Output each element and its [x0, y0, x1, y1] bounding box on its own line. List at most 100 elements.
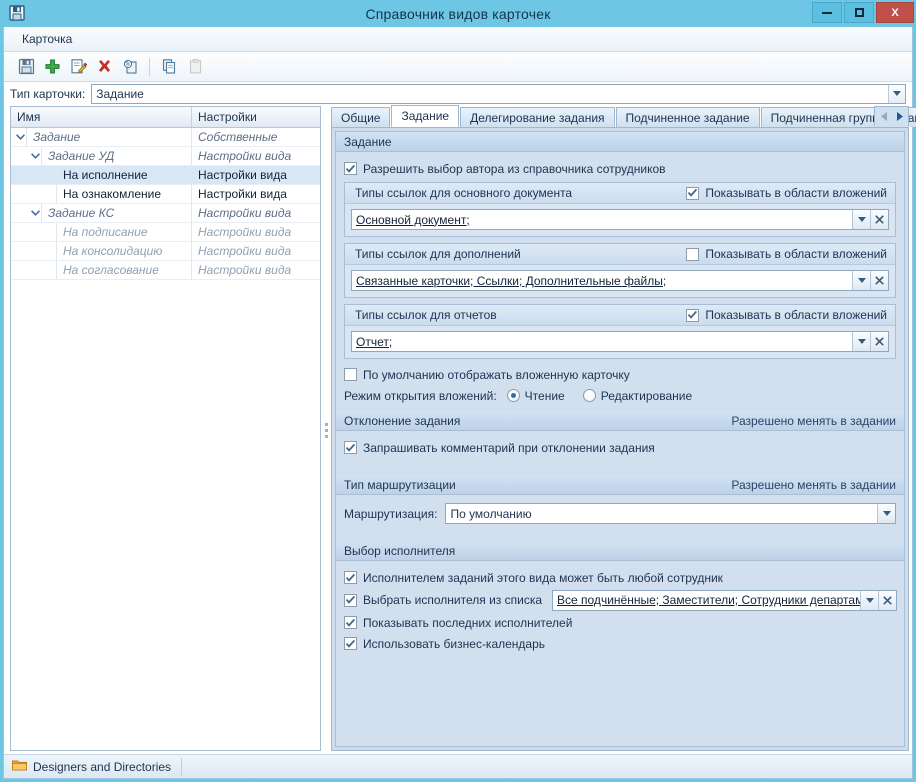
tree-column-settings[interactable]: Настройки — [192, 107, 320, 127]
card-type-combo[interactable]: Задание — [91, 84, 906, 104]
edit-icon[interactable] — [66, 55, 90, 79]
from-list-checkbox[interactable] — [344, 593, 357, 607]
refresh-icon[interactable] — [118, 55, 142, 79]
chevron-down-icon[interactable] — [30, 151, 41, 162]
chevron-down-icon[interactable] — [852, 332, 870, 351]
routing-combo[interactable]: По умолчанию — [445, 503, 896, 524]
default-nested-card-row: По умолчанию отображать вложенную карточ… — [344, 365, 896, 384]
tree-name-box: Задание — [26, 128, 191, 146]
status-bar-item[interactable]: Designers and Directories — [12, 757, 183, 776]
allow-author-checkbox[interactable] — [344, 162, 357, 175]
tab-obshchie[interactable]: Общие — [331, 107, 391, 127]
chevron-down-icon[interactable] — [877, 504, 895, 523]
table-row[interactable]: На исполнение Настройки вида — [11, 166, 320, 185]
save-disk-icon — [8, 4, 26, 22]
section-title-performer: Выбор исполнителя — [344, 543, 456, 558]
tree-row-name: На подписание — [63, 225, 148, 239]
close-icon[interactable] — [870, 332, 888, 351]
tab-page-content: Задание Разрешить выбор автора из справо… — [335, 131, 905, 747]
radio-read-icon[interactable] — [506, 389, 520, 402]
link-group-additions-header: Типы ссылок для дополнений Показывать в … — [345, 244, 895, 265]
tree-name-box: Задание УД — [41, 147, 191, 165]
tree-row-name: Задание КС — [48, 206, 115, 220]
section-header-task: Задание — [336, 132, 904, 152]
window-controls: X — [812, 2, 914, 23]
performer-list-value: Все подчинённые; Заместители; Сотрудники… — [557, 593, 860, 607]
section-body-reject: Запрашивать комментарий при отклонении з… — [336, 431, 904, 475]
tree-row-name: Задание УД — [48, 149, 115, 163]
routing-row: Маршрутизация: По умолчанию — [344, 503, 896, 524]
chevron-left-icon[interactable] — [877, 109, 891, 125]
show-in-attachments-checkbox-reports[interactable] — [686, 308, 700, 322]
radio-edit-icon[interactable] — [582, 389, 596, 402]
table-row[interactable]: Задание КС Настройки вида — [11, 204, 320, 223]
performer-list-value-wrap: Все подчинённые; Заместители; Сотрудники… — [553, 591, 860, 610]
tree-row-name-cell: На консолидацию — [11, 242, 192, 261]
minimize-button[interactable] — [812, 2, 842, 23]
chevron-down-icon[interactable] — [888, 85, 905, 103]
show-last-performers-checkbox[interactable] — [344, 616, 357, 629]
ask-comment-checkbox[interactable] — [344, 441, 357, 454]
close-icon[interactable] — [870, 271, 888, 290]
link-group-main-document-title: Типы ссылок для основного документа — [355, 186, 573, 200]
chevron-down-icon[interactable] — [860, 590, 879, 610]
ask-comment-row: Запрашивать комментарий при отклонении з… — [344, 438, 896, 457]
reports-link-types-combo[interactable]: Отчет; — [351, 331, 889, 352]
tab-zadanie[interactable]: Задание — [391, 105, 460, 127]
close-button[interactable]: X — [876, 2, 914, 23]
delete-icon[interactable] — [92, 55, 116, 79]
any-employee-checkbox[interactable] — [344, 571, 357, 584]
maximize-button[interactable] — [844, 2, 874, 23]
card-kinds-tree: Имя Настройки Задание Собственные Задание … — [10, 106, 321, 751]
menu-item-kartochka[interactable]: Карточка — [14, 29, 80, 49]
close-icon[interactable] — [878, 590, 897, 610]
link-group-reports-title: Типы ссылок для отчетов — [355, 308, 497, 322]
show-in-attachments-checkbox-additions[interactable] — [686, 247, 700, 261]
window-title: Справочник видов карточек — [365, 5, 551, 22]
table-row[interactable]: На подписание Настройки вида — [11, 223, 320, 242]
show-in-attachments-label-main: Показывать в области вложений — [705, 186, 887, 200]
toolbar — [4, 52, 912, 82]
tab-podchinennoe[interactable]: Подчиненное задание — [615, 107, 760, 127]
open-mode-option-read[interactable]: Чтение — [506, 389, 565, 403]
tree-row-name-cell: На согласование — [11, 261, 192, 280]
default-nested-card-checkbox[interactable] — [344, 368, 357, 381]
panel-splitter[interactable] — [321, 106, 331, 754]
table-row[interactable]: На согласование Настройки вида — [11, 261, 320, 280]
tree-name-box: На подписание — [56, 223, 191, 241]
additions-link-types-combo[interactable]: Связанные карточки; Ссылки; Дополнительн… — [351, 270, 889, 291]
save-icon[interactable] — [14, 55, 38, 79]
chevron-down-icon[interactable] — [15, 132, 26, 143]
chevron-right-icon[interactable] — [892, 109, 906, 125]
close-icon[interactable] — [870, 210, 888, 229]
tree-column-name[interactable]: Имя — [11, 107, 192, 127]
copy-icon[interactable] — [157, 55, 181, 79]
link-group-additions-body: Связанные карточки; Ссылки; Дополнительн… — [345, 265, 895, 297]
tree-row-name: На исполнение — [63, 168, 148, 182]
section-body-performer: Исполнителем заданий этого вида может бы… — [336, 561, 904, 661]
use-business-calendar-checkbox[interactable] — [344, 637, 357, 650]
main-document-link-types-combo[interactable]: Основной документ; — [351, 209, 889, 230]
tree-rows: Задание Собственные Задание УД Настройки ви… — [11, 128, 320, 750]
table-row[interactable]: Задание УД Настройки вида — [11, 147, 320, 166]
tab-scroll-buttons — [874, 106, 909, 126]
add-icon[interactable] — [40, 55, 64, 79]
routing-label: Маршрутизация: — [344, 506, 438, 521]
show-in-attachments-checkbox-main[interactable] — [686, 186, 700, 200]
chevron-down-icon[interactable] — [30, 208, 41, 219]
chevron-down-icon[interactable] — [852, 271, 870, 290]
section-header-reject: Отклонение задания Разрешено менять в за… — [336, 411, 904, 431]
performer-list-combo[interactable]: Все подчинённые; Заместители; Сотрудники… — [552, 589, 898, 611]
table-row[interactable]: Задание Собственные — [11, 128, 320, 147]
status-bar: Designers and Directories — [4, 754, 912, 778]
section-header-performer: Выбор исполнителя — [336, 541, 904, 561]
allow-author-row: Разрешить выбор автора из справочника со… — [344, 159, 896, 178]
table-row[interactable]: На ознакомление Настройки вида — [11, 185, 320, 204]
open-mode-option-edit[interactable]: Редактирование — [582, 389, 692, 403]
table-row[interactable]: На консолидацию Настройки вида — [11, 242, 320, 261]
tree-name-box: На ознакомление — [56, 185, 191, 203]
card-type-value: Задание — [96, 87, 144, 101]
tab-delegirovanie[interactable]: Делегирование задания — [460, 107, 615, 127]
chevron-down-icon[interactable] — [852, 210, 870, 229]
link-group-additions: Типы ссылок для дополнений Показывать в … — [344, 243, 896, 298]
